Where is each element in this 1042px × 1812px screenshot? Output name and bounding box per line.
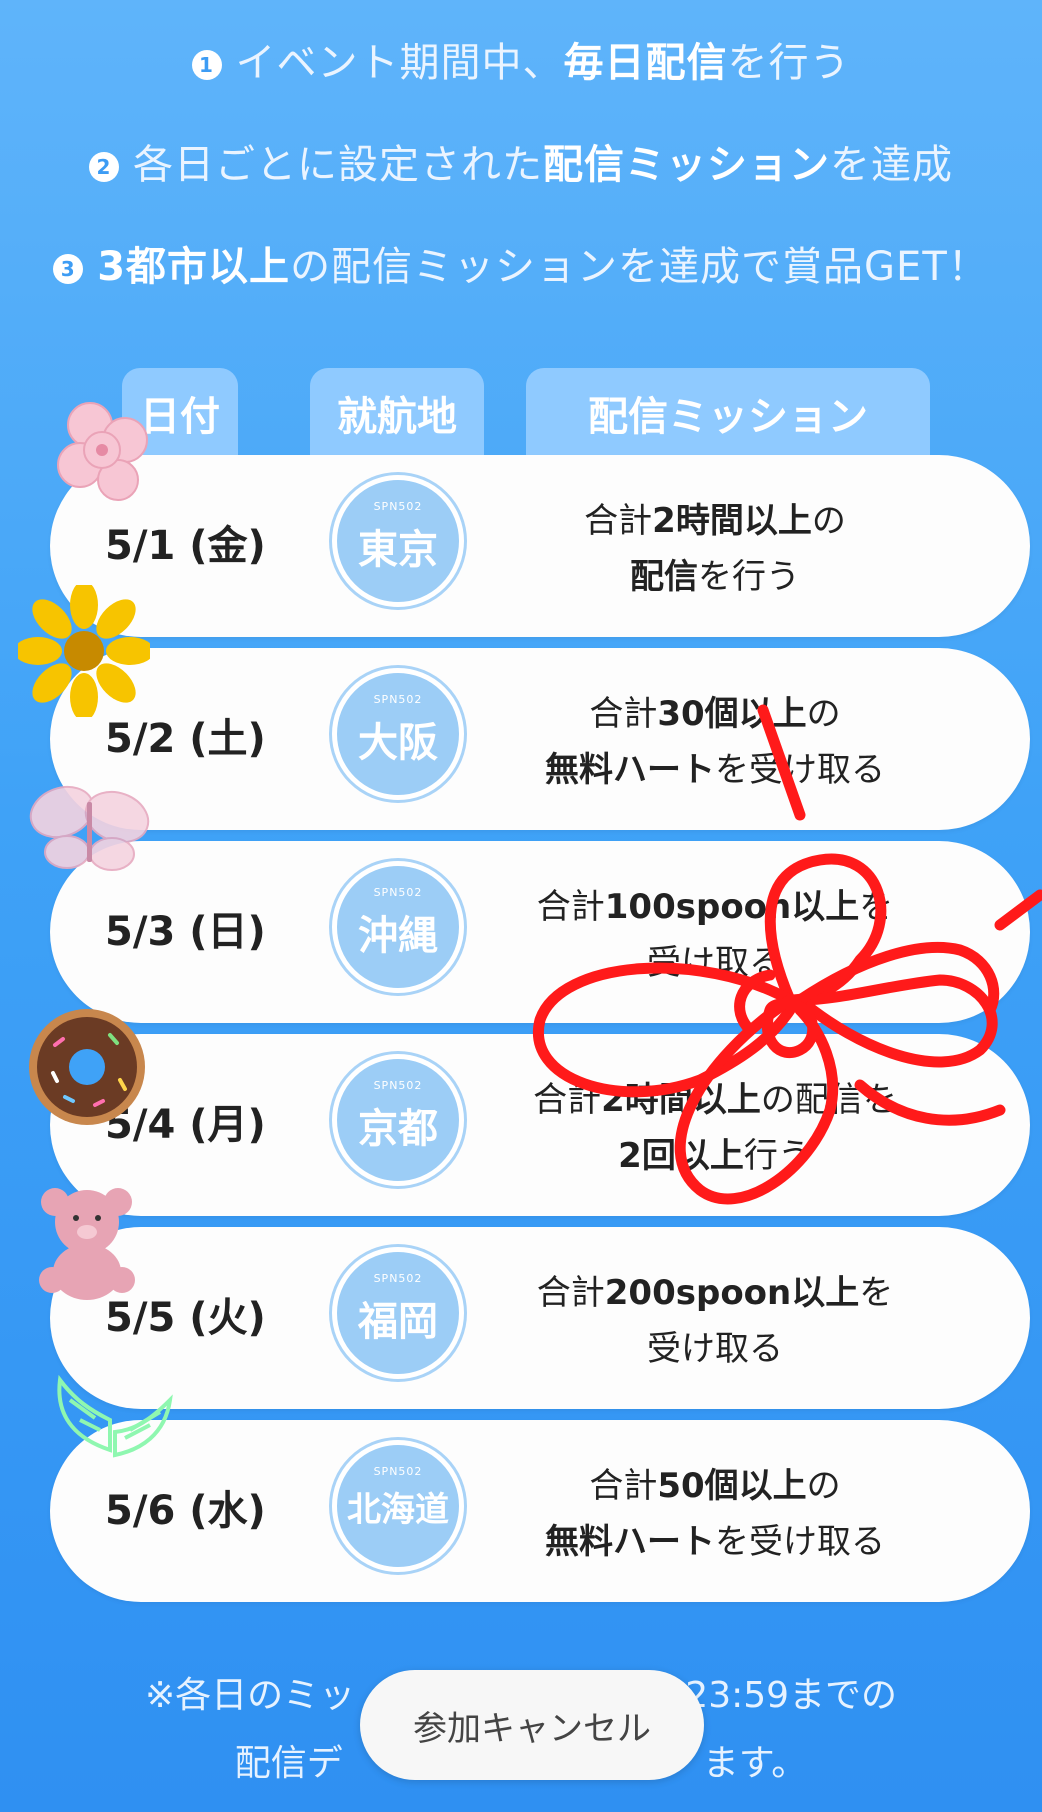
red-scribble-drawing — [532, 704, 1042, 1205]
